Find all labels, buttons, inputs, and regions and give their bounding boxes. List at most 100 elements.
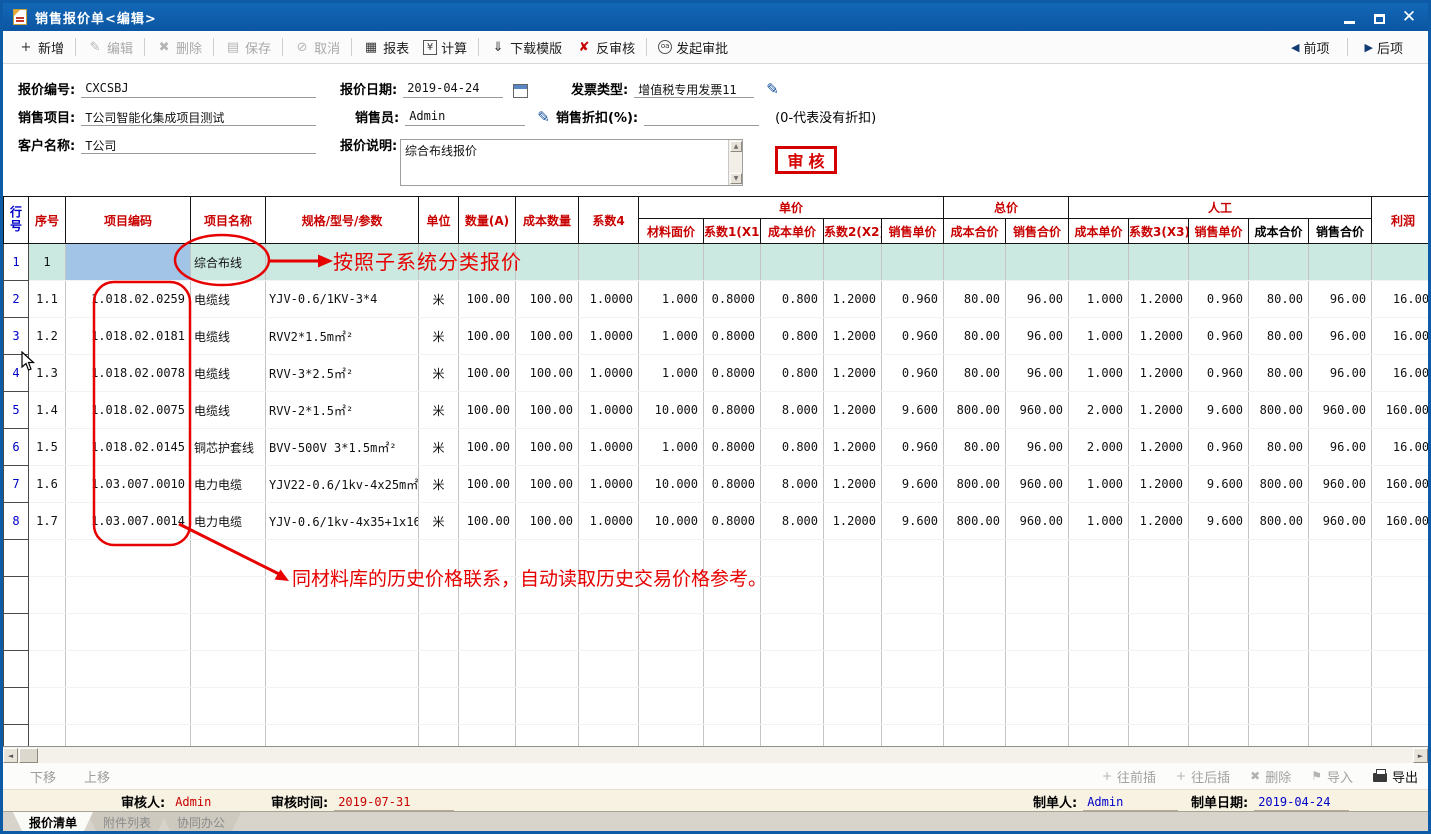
- grid-cell[interactable]: [1372, 540, 1428, 577]
- grid-cell[interactable]: 1.2000: [824, 392, 882, 429]
- grid-cell[interactable]: 1.2000: [824, 318, 882, 355]
- grid-cell[interactable]: 8.000: [761, 503, 824, 540]
- grid-cell[interactable]: [459, 614, 516, 651]
- grid-cell[interactable]: 80.00: [944, 318, 1006, 355]
- grid-cell[interactable]: [639, 540, 704, 577]
- grid-cell[interactable]: [761, 540, 824, 577]
- grid-cell[interactable]: [761, 577, 824, 614]
- grid-cell[interactable]: 1.018.02.0075: [66, 392, 191, 429]
- grid-cell[interactable]: [516, 725, 579, 747]
- grid-cell[interactable]: 1.0000: [579, 392, 639, 429]
- grid-cell[interactable]: [579, 540, 639, 577]
- grid-cell[interactable]: [516, 577, 579, 614]
- insert-after-button[interactable]: +往后插: [1176, 767, 1230, 786]
- grid-cell[interactable]: [1372, 725, 1428, 747]
- edit-pencil-icon[interactable]: ✎: [766, 80, 779, 98]
- grid-cell[interactable]: 100.00: [459, 281, 516, 318]
- grid-cell[interactable]: [459, 577, 516, 614]
- grid-cell[interactable]: 1.000: [1069, 355, 1129, 392]
- grid-cell[interactable]: [1006, 577, 1069, 614]
- line-number-cell[interactable]: 3: [4, 318, 29, 355]
- line-number-cell[interactable]: 4: [4, 355, 29, 392]
- grid-cell[interactable]: 米: [419, 355, 459, 392]
- grid-cell[interactable]: [882, 614, 944, 651]
- grid-cell[interactable]: [824, 244, 882, 281]
- grid-cell[interactable]: [1006, 614, 1069, 651]
- grid-cell[interactable]: [882, 725, 944, 747]
- grid-cell[interactable]: [704, 577, 761, 614]
- grid-cell[interactable]: 1.2000: [824, 355, 882, 392]
- grid-cell[interactable]: [459, 651, 516, 688]
- grid-cell[interactable]: 160.00: [1372, 466, 1428, 503]
- grid-cell[interactable]: 2.000: [1069, 392, 1129, 429]
- grid-cell[interactable]: [639, 651, 704, 688]
- grid-cell[interactable]: [1069, 651, 1129, 688]
- grid-cell[interactable]: [66, 540, 191, 577]
- grid-cell[interactable]: 9.600: [1189, 466, 1249, 503]
- grid-cell[interactable]: 0.8000: [704, 429, 761, 466]
- grid-cell[interactable]: 0.8000: [704, 318, 761, 355]
- grid-cell[interactable]: [704, 614, 761, 651]
- grid-cell[interactable]: 10.000: [639, 466, 704, 503]
- grid-cell[interactable]: 1.000: [639, 355, 704, 392]
- grid-cell[interactable]: [516, 614, 579, 651]
- grid-cell[interactable]: 1.000: [1069, 466, 1129, 503]
- grid-cell[interactable]: 电缆线: [191, 281, 266, 318]
- grid-cell[interactable]: [1006, 244, 1069, 281]
- grid-cell[interactable]: 1.000: [1069, 318, 1129, 355]
- grid-cell[interactable]: 80.00: [944, 429, 1006, 466]
- grid-cell[interactable]: [579, 725, 639, 747]
- line-number-cell[interactable]: 1: [4, 244, 29, 281]
- grid-cell[interactable]: 0.960: [1189, 355, 1249, 392]
- grid-cell[interactable]: [1069, 540, 1129, 577]
- grid-cell[interactable]: 1.4: [29, 392, 66, 429]
- grid-cell[interactable]: 综合布线: [191, 244, 266, 281]
- grid-cell[interactable]: [639, 614, 704, 651]
- close-icon[interactable]: ✕: [1402, 10, 1416, 24]
- grid-cell[interactable]: 960.00: [1006, 503, 1069, 540]
- grid-cell[interactable]: [1129, 540, 1189, 577]
- grid-cell[interactable]: [1372, 577, 1428, 614]
- grid-cell[interactable]: [639, 244, 704, 281]
- grid-cell[interactable]: [944, 614, 1006, 651]
- grid-cell[interactable]: 100.00: [516, 392, 579, 429]
- grid-cell[interactable]: [944, 688, 1006, 725]
- line-number-cell[interactable]: 8: [4, 503, 29, 540]
- grid-cell[interactable]: [882, 244, 944, 281]
- grid-cell[interactable]: [1129, 688, 1189, 725]
- grid-cell[interactable]: 0.800: [761, 355, 824, 392]
- grid-cell[interactable]: 电缆线: [191, 318, 266, 355]
- grid-cell[interactable]: 1.7: [29, 503, 66, 540]
- toolbar-report-button[interactable]: ▦报表: [356, 35, 416, 60]
- toolbar-unaudit-button[interactable]: ✘反审核: [569, 35, 642, 60]
- grid-cell[interactable]: [459, 725, 516, 747]
- scroll-down-icon[interactable]: ▼: [730, 173, 742, 184]
- grid-cell[interactable]: 16.00: [1372, 429, 1428, 466]
- scroll-right-icon[interactable]: ►: [1413, 748, 1428, 763]
- grid-cell[interactable]: 100.00: [516, 318, 579, 355]
- grid-cell[interactable]: [266, 244, 419, 281]
- grid-cell[interactable]: [66, 651, 191, 688]
- grid-cell[interactable]: [29, 725, 66, 747]
- grid-cell[interactable]: 0.800: [761, 429, 824, 466]
- grid-cell[interactable]: 0.960: [1189, 318, 1249, 355]
- grid-cell[interactable]: [704, 651, 761, 688]
- grid-cell[interactable]: 米: [419, 503, 459, 540]
- discount-field[interactable]: [644, 109, 759, 126]
- grid-cell[interactable]: 96.00: [1006, 281, 1069, 318]
- grid-cell[interactable]: [579, 614, 639, 651]
- toolbar-calculate-button[interactable]: ¥计算: [416, 35, 474, 60]
- grid-cell[interactable]: 0.960: [882, 318, 944, 355]
- tab-quote-list[interactable]: 报价清单: [13, 812, 93, 831]
- customer-field[interactable]: T公司: [81, 137, 316, 154]
- grid-cell[interactable]: [944, 725, 1006, 747]
- grid-cell[interactable]: [1129, 244, 1189, 281]
- grid-cell[interactable]: 96.00: [1006, 355, 1069, 392]
- line-number-cell[interactable]: 7: [4, 466, 29, 503]
- grid-cell[interactable]: [1372, 244, 1428, 281]
- toolbar-add-button[interactable]: +新增: [11, 35, 71, 60]
- toolbar-edit-button[interactable]: ✎编辑: [80, 35, 140, 60]
- grid-cell[interactable]: 100.00: [516, 429, 579, 466]
- quote-note-textarea[interactable]: 综合布线报价 ▲ ▼: [400, 139, 743, 186]
- grid-cell[interactable]: 960.00: [1309, 466, 1372, 503]
